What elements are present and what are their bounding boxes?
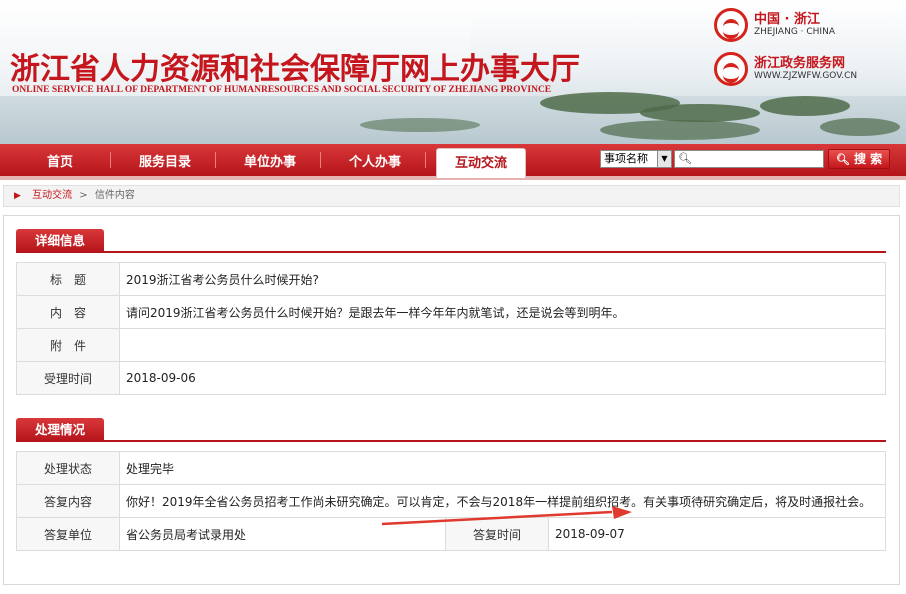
label-title: 标 题 (16, 262, 120, 296)
table-row: 处理状态 处理完毕 (16, 451, 886, 485)
zhejiang-emblem-icon (714, 8, 748, 42)
banner-island (600, 120, 760, 140)
search-button[interactable]: 🔍︎ 搜 索 (828, 149, 890, 169)
dropdown-arrow-icon[interactable]: ▼ (657, 151, 671, 167)
processing-section-header: 处理情况 (16, 418, 886, 442)
zhejiang-china-logo[interactable]: 中国 · 浙江 ZHEJIANG · CHINA (714, 8, 835, 42)
value-accept-time: 2018-09-06 (119, 361, 886, 395)
table-row: 标 题 2019浙江省考公务员什么时候开始? (16, 262, 886, 296)
site-title: 浙江省人力资源和社会保障厅网上办事大厅 (10, 52, 580, 87)
label-accept-time: 受理时间 (16, 361, 120, 395)
search-type-value: 事项名称 (604, 152, 648, 165)
breadcrumb-arrow-icon: ▶ (14, 191, 21, 201)
label-content: 内 容 (16, 295, 120, 329)
processing-section-title: 处理情况 (16, 418, 104, 442)
value-content: 请问2019浙江省考公务员什么时候开始？是跟去年一样今年年内就笔试，还是说会等到… (119, 295, 886, 329)
banner-island (360, 118, 480, 132)
banner-island (760, 96, 850, 116)
detail-section-header: 详细信息 (16, 229, 886, 253)
value-status: 处理完毕 (119, 451, 886, 485)
table-row: 受理时间 2018-09-06 (16, 361, 886, 395)
breadcrumb: ▶ 互动交流 > 信件内容 (3, 185, 900, 207)
breadcrumb-current: 信件内容 (94, 190, 135, 201)
nav-interaction-tab[interactable]: 互动交流 (436, 148, 526, 178)
logo-bottom-cn: 浙江政务服务网 (754, 55, 846, 71)
header-banner: 浙江省人力资源和社会保障厅网上办事大厅 ONLINE SERVICE HALL … (0, 0, 906, 144)
table-row: 内 容 请问2019浙江省考公务员什么时候开始？是跟去年一样今年年内就笔试，还是… (16, 295, 886, 329)
search-type-select[interactable]: 事项名称 ▼ (600, 150, 672, 168)
nav-service-catalog[interactable]: 服务目录 (125, 151, 205, 170)
search-button-icon: 🔍︎ (835, 153, 850, 166)
processing-table: 处理状态 处理完毕 答复内容 你好！2019年全省公务员招考工作尚未研究确定。可… (16, 451, 886, 551)
banner-island (820, 118, 900, 136)
label-attachment: 附 件 (16, 328, 120, 362)
nav-personal-affairs[interactable]: 个人办事 (335, 151, 415, 170)
banner-island (640, 104, 760, 122)
value-attachment (119, 328, 886, 362)
value-title: 2019浙江省考公务员什么时候开始? (119, 262, 886, 296)
logo-bottom-en: WWW.ZJZWFW.GOV.CN (754, 71, 858, 82)
annotation-arrow-icon (381, 506, 632, 526)
breadcrumb-link-interaction[interactable]: 互动交流 (32, 190, 72, 201)
label-status: 处理状态 (16, 451, 120, 485)
logo-top-en: ZHEJIANG · CHINA (754, 27, 835, 38)
nav-unit-affairs[interactable]: 单位办事 (230, 151, 310, 170)
table-row: 附 件 (16, 328, 886, 362)
label-reply-content: 答复内容 (16, 484, 120, 518)
logo-top-cn: 中国 · 浙江 (754, 11, 820, 27)
zjzwfw-logo[interactable]: 浙江政务服务网 WWW.ZJZWFW.GOV.CN (714, 52, 857, 86)
site-subtitle: ONLINE SERVICE HALL OF DEPARTMENT OF HUM… (12, 85, 552, 95)
magnifier-icon: 🔍︎ (678, 152, 692, 165)
search-input[interactable]: 🔍︎ (674, 150, 824, 168)
detail-table: 标 题 2019浙江省考公务员什么时候开始? 内 容 请问2019浙江省考公务员… (16, 262, 886, 395)
detail-section-title: 详细信息 (16, 229, 104, 253)
nav-home[interactable]: 首页 (20, 151, 100, 170)
search-button-label: 搜 索 (853, 152, 883, 166)
label-reply-unit: 答复单位 (16, 517, 120, 551)
zjzwfw-emblem-icon (714, 52, 748, 86)
breadcrumb-separator: > (79, 190, 88, 201)
